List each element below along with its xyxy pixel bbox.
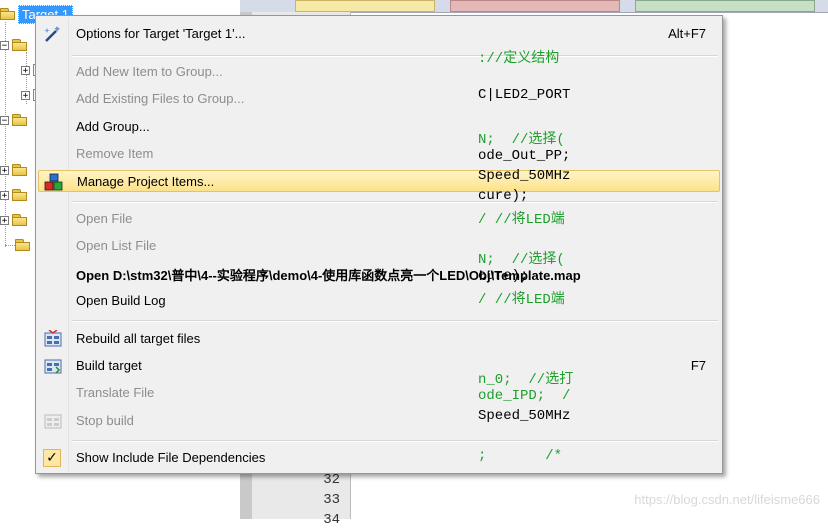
checkmark-icon: ✓ [43, 449, 63, 467]
expand-toggle-icon[interactable]: + [0, 165, 9, 175]
folder-icon [12, 214, 28, 226]
menu-item-translate-file: Translate File [38, 382, 720, 404]
code-line: ; /* [478, 448, 563, 464]
menu-item-label: Translate File [76, 385, 155, 400]
code-line: N; //选择( [478, 132, 565, 148]
menu-item-remove-item: Remove Item [38, 143, 720, 165]
menu-item-open-d[interactable]: Open D:\stm32\普中\4--实验程序\demo\4-使用库函数点亮一… [38, 262, 720, 284]
tree-group-row[interactable]: − [0, 35, 28, 55]
menu-item-open-file: Open File [38, 208, 720, 230]
expand-toggle-icon[interactable]: + [21, 90, 30, 100]
code-line: / //将LED端 [478, 292, 565, 308]
menu-item-label: Remove Item [76, 146, 154, 161]
menu-item-label: Stop build [76, 413, 134, 428]
folder-icon [12, 39, 28, 51]
stop-build-icon [43, 412, 63, 430]
menu-item-add-group[interactable]: Add Group... [38, 116, 720, 138]
menu-separator [72, 320, 718, 322]
tree-group-row[interactable] [12, 235, 31, 255]
code-line: ode_Out_PP; [478, 148, 571, 164]
code-line: / //将LED端 [478, 212, 565, 228]
menu-separator [72, 55, 718, 57]
tree-group-row[interactable]: − [0, 110, 28, 130]
code-line: cure); [478, 268, 529, 284]
expand-toggle-icon[interactable]: + [0, 190, 9, 200]
collapse-toggle-icon[interactable]: − [0, 40, 9, 50]
menu-item-label: Build target [76, 358, 142, 373]
menu-item-add-new-item-to-group: Add New Item to Group... [38, 61, 720, 83]
menu-item-label: Rebuild all target files [76, 331, 201, 346]
code-line: n_0; //选打 [478, 372, 574, 388]
menu-item-label: Show Include File Dependencies [76, 450, 266, 465]
folder-icon [12, 114, 28, 126]
menu-item-shortcut: F7 [690, 358, 706, 373]
menu-item-label: Manage Project Items... [77, 174, 215, 189]
line-number: 34 [323, 512, 340, 528]
expand-toggle-icon[interactable]: + [0, 215, 9, 225]
menu-item-label: Add New Item to Group... [76, 64, 223, 79]
expand-toggle-icon[interactable]: + [21, 65, 30, 75]
watermark: https://blog.csdn.net/lifeisme666 [634, 492, 820, 507]
tree-group-row[interactable]: + [0, 185, 28, 205]
code-line: Speed_50MHz [478, 408, 571, 424]
line-number: 33 [323, 492, 340, 508]
menu-item-add-existing-files-to-group: Add Existing Files to Group... [38, 88, 720, 110]
code-line: C|LED2_PORT [478, 87, 571, 103]
menu-item-rebuild-all-target-files[interactable]: Rebuild all target files [38, 328, 720, 350]
colored-blocks-icon [44, 173, 64, 191]
collapse-toggle-icon[interactable]: − [0, 115, 9, 125]
folder-icon [12, 164, 28, 176]
code-line: Speed_50MHz [478, 168, 571, 184]
menu-item-show-include-file-dependencies[interactable]: ✓ Show Include File Dependencies [38, 447, 720, 469]
menu-item-build-target[interactable]: Build target F7 [38, 355, 720, 377]
menu-item-label: Open Build Log [76, 293, 166, 308]
editor-tab[interactable] [450, 0, 620, 12]
rebuild-icon [43, 329, 63, 348]
menu-item-manage-project-items[interactable]: Manage Project Items... [38, 170, 720, 192]
line-number: 32 [323, 472, 340, 488]
code-line: ://定义结构 [478, 51, 560, 67]
menu-item-label: Add Existing Files to Group... [76, 91, 245, 106]
menu-item-open-build-log[interactable]: Open Build Log [38, 290, 720, 312]
menu-item-label: Open List File [76, 238, 157, 253]
folder-icon [12, 189, 28, 201]
editor-tab[interactable] [635, 0, 815, 12]
tree-group-row[interactable]: + [0, 160, 28, 180]
menu-item-label: Open File [76, 211, 133, 226]
tree-group-row[interactable]: + [0, 210, 28, 230]
code-line: cure); [478, 188, 529, 204]
menu-item-options-for-target-target-1[interactable]: Options for Target 'Target 1'... Alt+F7 [38, 23, 720, 45]
menu-item-shortcut: Alt+F7 [668, 26, 706, 41]
menu-item-stop-build: Stop build [38, 410, 720, 432]
menu-item-label: Options for Target 'Target 1'... [76, 26, 246, 41]
code-line: ode_IPD; / [478, 388, 571, 404]
menu-separator [72, 201, 718, 203]
code-line: N; //选择( [478, 252, 565, 268]
folder-icon [0, 8, 16, 20]
build-icon [43, 357, 63, 375]
magic-wand-icon [43, 25, 63, 43]
menu-item-open-list-file: Open List File [38, 235, 720, 257]
editor-tab[interactable] [295, 0, 435, 12]
menu-separator [72, 440, 718, 442]
context-menu: Options for Target 'Target 1'... Alt+F7 Ad… [35, 15, 723, 474]
folder-icon [15, 239, 31, 251]
menu-item-label: Add Group... [76, 119, 150, 134]
